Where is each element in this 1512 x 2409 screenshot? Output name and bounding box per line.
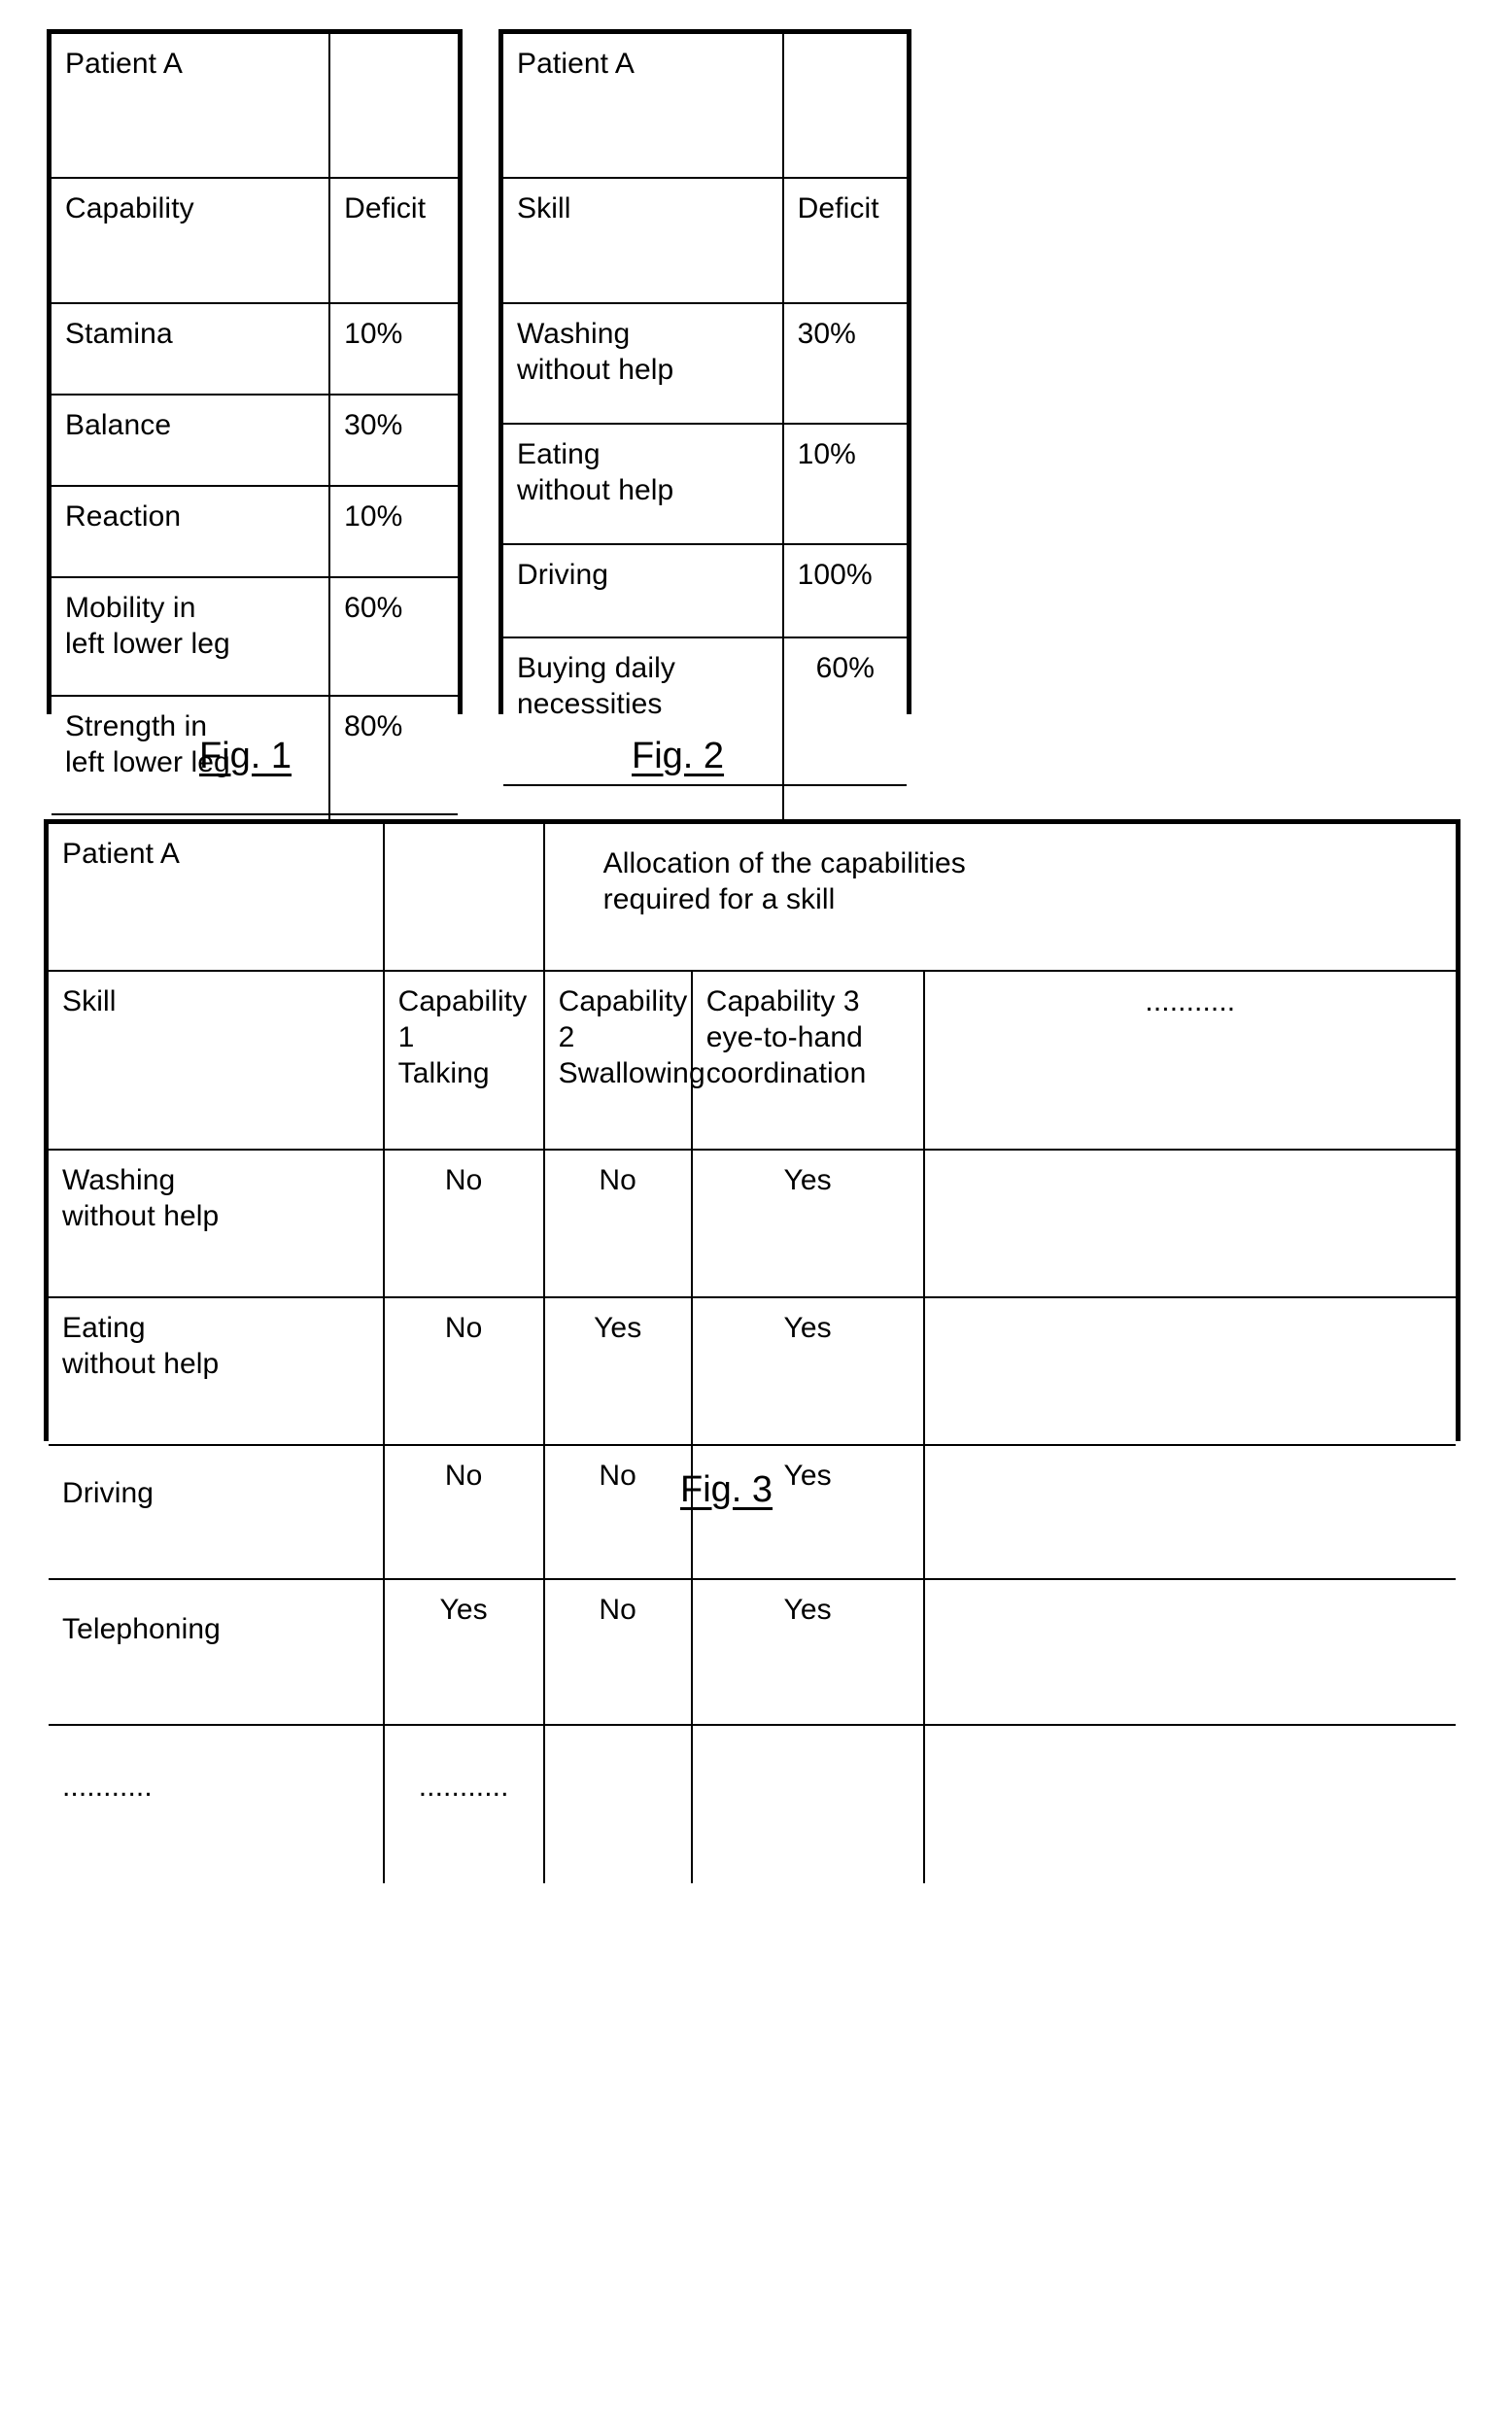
deficit-value: 60% [781, 637, 907, 786]
column-header-deficit: Deficit [781, 177, 907, 304]
deficit-value: 10% [781, 423, 907, 545]
capability-1-value: Yes [382, 1578, 545, 1726]
table-row-header: Skill Capability 1 Talking Capability 2 … [49, 970, 1456, 1151]
patient-name-blank-cell [328, 34, 458, 179]
capability-label: Balance [52, 394, 331, 487]
extra-capability-value [922, 1444, 1456, 1580]
skill-label: Driving [49, 1444, 385, 1580]
table-row: Telephoning Yes No Yes [49, 1578, 1456, 1726]
table-row: Reaction 10% [52, 485, 458, 578]
capability-deficit-table: Patient A Capability Deficit Stamina 10%… [52, 34, 458, 945]
title-blank-cell [382, 824, 545, 972]
table-row: Driving No No Yes [49, 1444, 1456, 1580]
capability-3-value: Yes [690, 1149, 925, 1298]
capability-2-value: No [542, 1444, 693, 1580]
skill-deficit-table: Patient A Skill Deficit Washing without … [503, 34, 907, 923]
extra-capability-value [922, 1578, 1456, 1726]
patent-drawing-sheet: Patient A Capability Deficit Stamina 10%… [0, 0, 1512, 2409]
column-header-skill: Skill [503, 177, 784, 304]
figure-1-caption: Fig. 1 [199, 736, 292, 776]
table-row: Washing without help No No Yes [49, 1149, 1456, 1298]
capability-3-blank [690, 1724, 925, 1883]
table-row-title: Patient A Allocation of the capabilities… [49, 824, 1456, 972]
column-header-skill: Skill [49, 970, 385, 1151]
capability-3-value: Yes [690, 1444, 925, 1580]
capability-3-value: Yes [690, 1578, 925, 1726]
capability-1-value: No [382, 1149, 545, 1298]
figure-1-table: Patient A Capability Deficit Stamina 10%… [47, 29, 463, 945]
figure-3-caption: Fig. 3 [680, 1469, 773, 1510]
patient-name-cell: Patient A [52, 34, 331, 179]
patient-name-cell: Patient A [503, 34, 784, 179]
capability-3-value: Yes [690, 1296, 925, 1446]
patient-name-blank-cell [781, 34, 907, 179]
skill-label: Washing without help [49, 1149, 385, 1298]
table-row: Eating without help No Yes Yes [49, 1296, 1456, 1446]
column-header-ellipsis: ........... [922, 970, 1456, 1151]
figure-3-table: Patient A Allocation of the capabilities… [44, 819, 1460, 1883]
column-header-capability-3: Capability 3 eye-to-hand coordination [690, 970, 925, 1151]
capability-2-blank [542, 1724, 693, 1883]
figure-2-caption: Fig. 2 [632, 736, 725, 776]
deficit-value: 80% [328, 695, 458, 815]
column-header-capability: Capability [52, 177, 331, 304]
capability-label: Stamina [52, 302, 331, 396]
extra-capability-value [922, 1149, 1456, 1298]
capability-2-value: No [542, 1149, 693, 1298]
skill-label: Driving [503, 543, 784, 638]
capability-1-value: No [382, 1444, 545, 1580]
capability-label: Reaction [52, 485, 331, 578]
deficit-value: 30% [328, 394, 458, 487]
column-header-deficit: Deficit [328, 177, 458, 304]
deficit-value: 10% [328, 302, 458, 396]
table-row: Balance 30% [52, 394, 458, 487]
capability-2-value: No [542, 1578, 693, 1726]
capability-1-ellipsis: ........... [382, 1724, 545, 1883]
extra-capability-value [922, 1296, 1456, 1446]
capability-label: Mobility in left lower leg [52, 576, 331, 697]
skill-label: Telephoning [49, 1578, 385, 1726]
deficit-value: 60% [328, 576, 458, 697]
column-header-capability-2: Capability 2 Swallowing [542, 970, 705, 1151]
table-row: Washing without help 30% [503, 302, 907, 425]
skill-label: Washing without help [503, 302, 784, 425]
table-row-header: Capability Deficit [52, 177, 458, 304]
deficit-value: 30% [781, 302, 907, 425]
table-row: Mobility in left lower leg 60% [52, 576, 458, 697]
deficit-value: 100% [781, 543, 907, 638]
figure-2-table: Patient A Skill Deficit Washing without … [498, 29, 911, 923]
table-row: Stamina 10% [52, 302, 458, 396]
skill-capability-allocation-table: Patient A Allocation of the capabilities… [49, 824, 1456, 1883]
capability-2-value: Yes [542, 1296, 693, 1446]
capability-1-value: No [382, 1296, 545, 1446]
skill-ellipsis: ........... [49, 1724, 385, 1883]
table-row: Driving 100% [503, 543, 907, 638]
skill-label: Eating without help [49, 1296, 385, 1446]
table-row-ellipsis: ........... ........... [49, 1724, 1456, 1883]
deficit-value: 10% [328, 485, 458, 578]
table-row-title: Patient A [52, 34, 458, 179]
table-row: Eating without help 10% [503, 423, 907, 545]
patient-name-cell: Patient A [49, 824, 385, 972]
table-row-header: Skill Deficit [503, 177, 907, 304]
allocation-span-header: Allocation of the capabilities required … [542, 824, 1456, 972]
skill-label: Eating without help [503, 423, 784, 545]
table-row-title: Patient A [503, 34, 907, 179]
extra-capability-blank [922, 1724, 1456, 1883]
column-header-capability-1: Capability 1 Talking [382, 970, 545, 1151]
